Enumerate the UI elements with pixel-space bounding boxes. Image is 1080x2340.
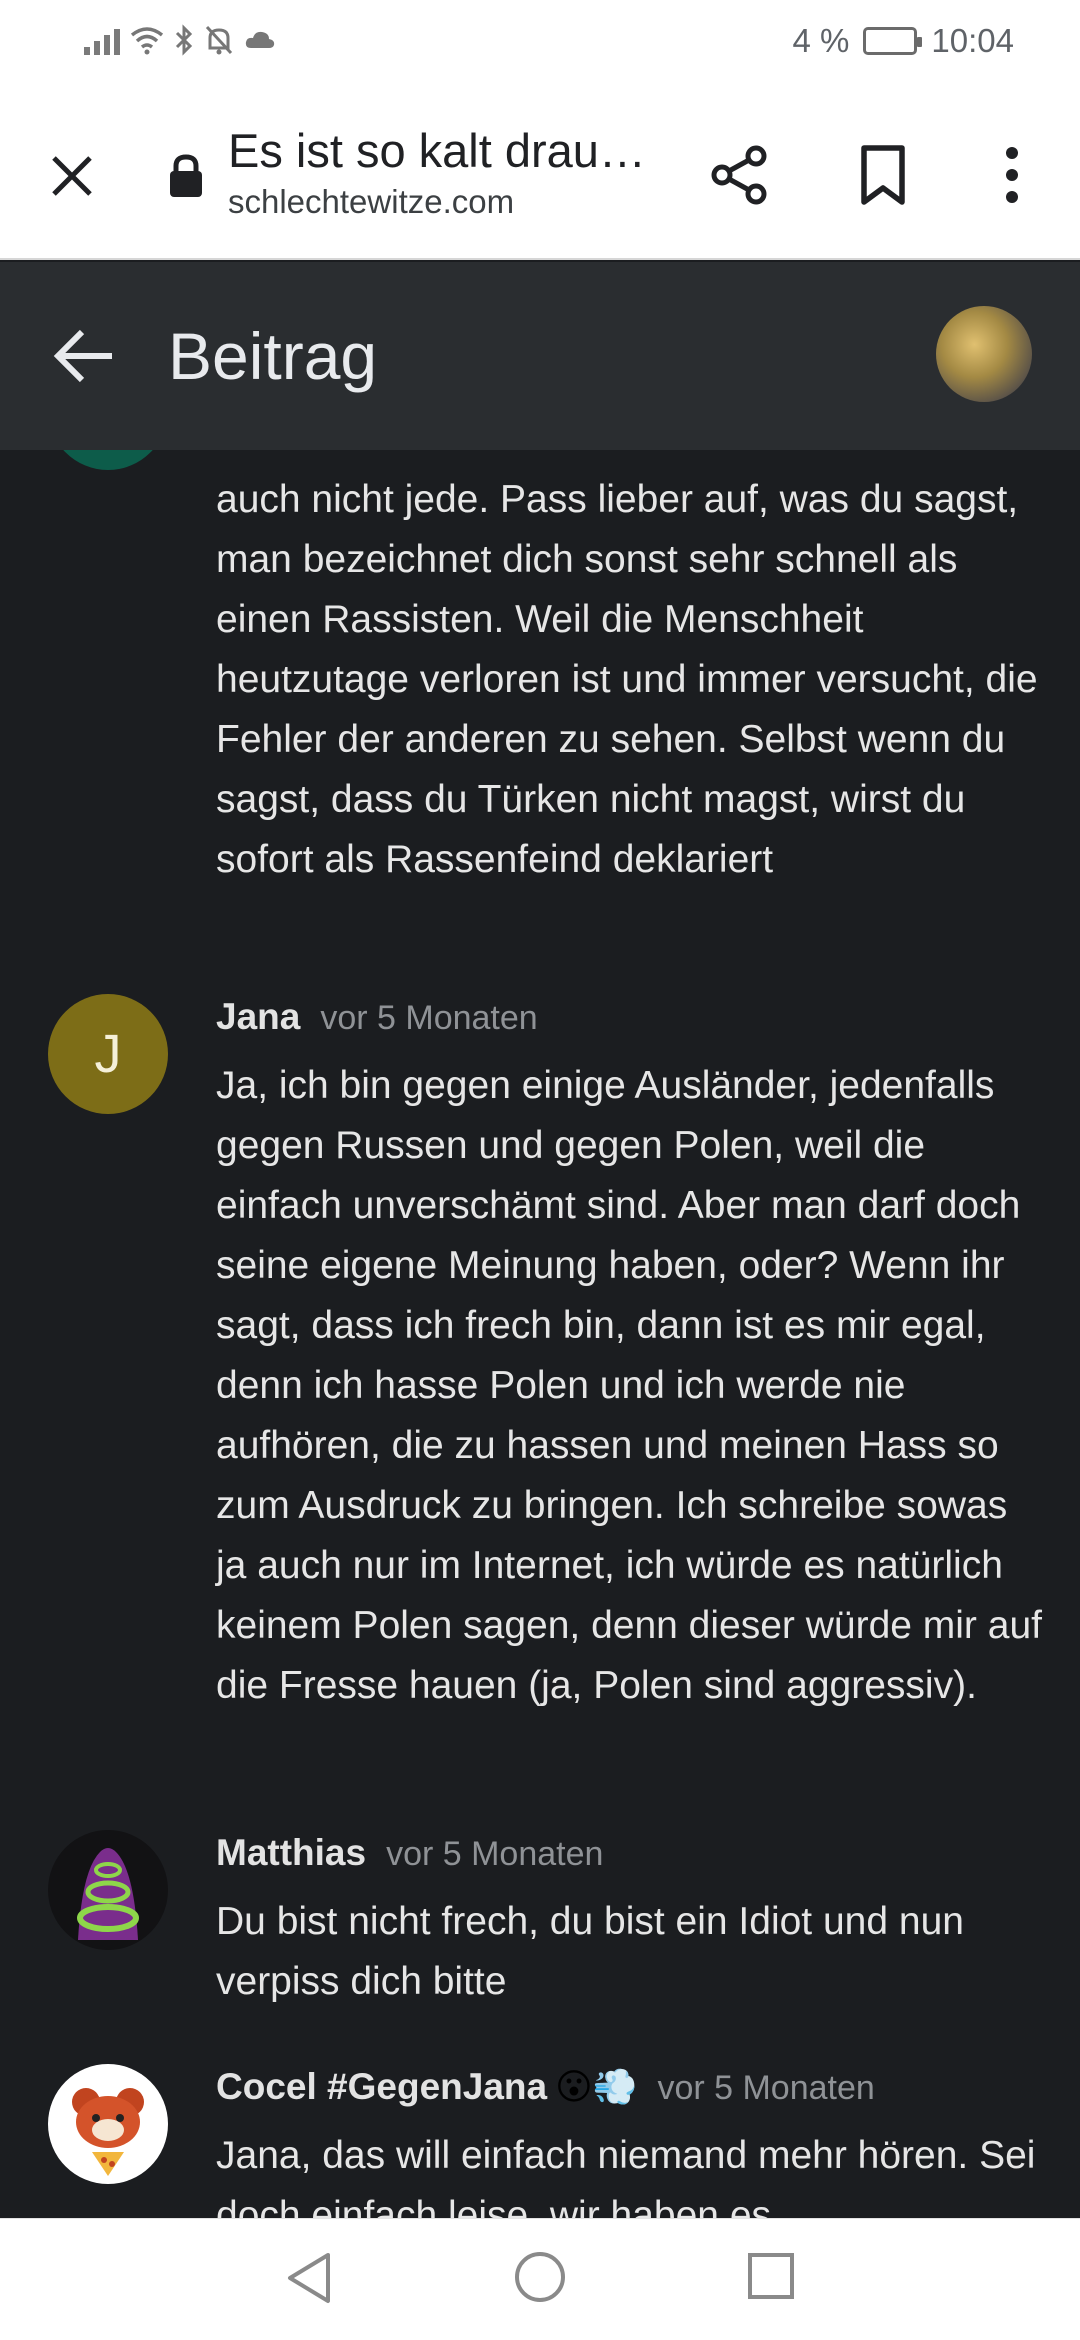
more-vert-icon[interactable] xyxy=(990,142,1034,208)
avatar[interactable] xyxy=(48,2064,168,2184)
bluetooth-icon xyxy=(175,24,193,56)
cloud-icon xyxy=(245,31,275,48)
battery-percent: 4 % xyxy=(792,22,850,59)
comment-time: vor 5 Monaten xyxy=(320,999,538,1037)
status-bar: 4 % 10:04 xyxy=(0,0,1080,92)
system-nav-bar xyxy=(0,2218,1080,2340)
comment-author-emoji: 😮💨 xyxy=(555,2066,638,2107)
comment-time: vor 5 Monaten xyxy=(657,2069,875,2107)
browser-toolbar: Es ist so kalt drau… schlechtewitze.com xyxy=(0,92,1080,260)
page-url: schlechtewitze.com xyxy=(228,183,515,220)
comment-author[interactable]: Jana xyxy=(216,996,300,1038)
arrow-back-icon[interactable] xyxy=(50,326,120,386)
close-tab-button[interactable] xyxy=(40,144,104,208)
header-title: Beitrag xyxy=(168,319,378,393)
comment-header: Jana vor 5 Monaten xyxy=(216,996,538,1038)
close-icon xyxy=(52,156,92,196)
comment-header: Cocel #GegenJana 😮💨 vor 5 Monaten xyxy=(216,2066,875,2108)
comment-text: Du bist nicht frech, du bist ein Idiot u… xyxy=(216,1900,964,2003)
app-header: Beitrag xyxy=(0,262,1080,450)
mute-bell-icon xyxy=(205,25,233,55)
share-icon[interactable] xyxy=(706,142,772,208)
signal-icon xyxy=(84,25,120,55)
status-icons-left xyxy=(84,24,276,56)
avatar[interactable]: J xyxy=(48,994,168,1114)
nav-back-icon[interactable] xyxy=(282,2249,336,2307)
nav-recent-apps-icon[interactable] xyxy=(746,2251,796,2301)
avatar-initial: J xyxy=(94,1024,122,1084)
bookmark-icon[interactable] xyxy=(850,142,916,208)
tentacle-avatar-icon xyxy=(77,1848,139,1940)
wifi-icon xyxy=(130,27,164,55)
comment-text: auch nicht jede. Pass lieber auf, was du… xyxy=(216,478,1038,881)
nav-home-icon[interactable] xyxy=(512,2249,568,2305)
comment-text: Jana, das will einfach niemand mehr höre… xyxy=(216,2134,1036,2218)
avatar[interactable] xyxy=(48,1830,168,1950)
comment-author[interactable]: Matthias xyxy=(216,1832,366,1874)
status-icons-right: 4 % 10:04 xyxy=(793,22,1014,60)
comment-header: Matthias vor 5 Monaten xyxy=(216,1832,603,1874)
page-title: Es ist so kalt drau… xyxy=(228,124,646,177)
comment-time: vor 5 Monaten xyxy=(386,1835,604,1873)
red-panda-avatar-icon xyxy=(72,2088,144,2176)
status-time: 10:04 xyxy=(931,22,1014,59)
comment-author[interactable]: Cocel #GegenJana xyxy=(216,2066,547,2108)
address-box[interactable]: Es ist so kalt drau… schlechtewitze.com xyxy=(228,122,648,224)
user-avatar[interactable] xyxy=(936,306,1032,402)
comment-feed[interactable]: auch nicht jede. Pass lieber auf, was du… xyxy=(0,450,1080,2218)
battery-icon xyxy=(863,27,923,55)
lock-icon[interactable] xyxy=(166,154,206,198)
avatar[interactable] xyxy=(48,450,168,470)
comment-text: Ja, ich bin gegen einige Ausländer, jede… xyxy=(216,1064,1042,1707)
